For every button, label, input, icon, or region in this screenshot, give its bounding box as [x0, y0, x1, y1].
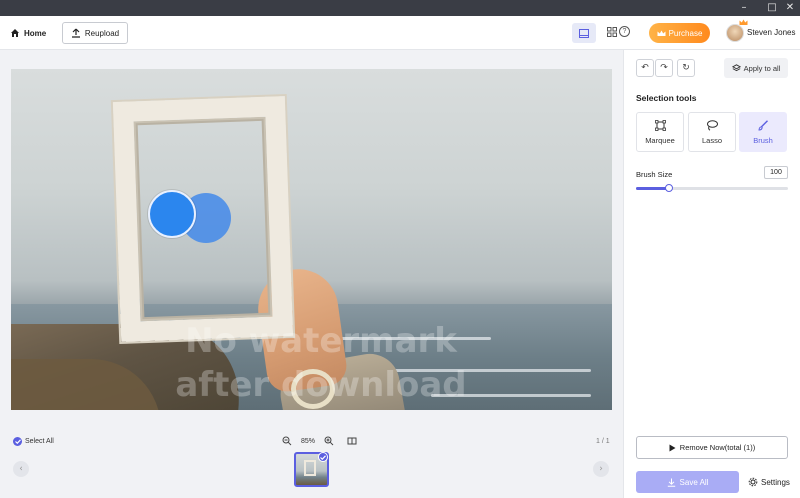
save-all-label: Save All: [679, 477, 709, 487]
tool-label: Marquee: [645, 135, 675, 145]
prev-image-button[interactable]: ‹: [13, 461, 29, 477]
download-icon: [667, 478, 675, 487]
zoom-in-icon[interactable]: [324, 436, 334, 446]
remove-now-button[interactable]: Remove Now(total (1)): [636, 436, 788, 459]
brush-cursor[interactable]: [148, 190, 196, 238]
canvas-area: No watermark after download Select All 8…: [0, 50, 623, 498]
settings-button[interactable]: Settings: [748, 477, 790, 487]
grid-view-button[interactable]: [606, 25, 618, 39]
gear-icon: [748, 477, 758, 487]
marquee-icon: [654, 119, 666, 131]
user-name[interactable]: Steven Jones: [747, 28, 795, 37]
purchase-button[interactable]: Purchase: [649, 23, 710, 43]
vip-crown-icon: [739, 19, 748, 25]
apply-to-all-button[interactable]: Apply to all: [724, 58, 788, 78]
check-icon: [13, 437, 22, 446]
crown-icon: [657, 30, 666, 36]
apply-to-all-label: Apply to all: [743, 63, 781, 73]
brush-size-input[interactable]: 100: [764, 166, 788, 179]
watermark-line: No watermark: [185, 321, 457, 361]
minimize-button[interactable]: –: [734, 0, 754, 16]
select-all-label: Select All: [25, 438, 54, 445]
zoom-level: 85%: [301, 437, 316, 445]
brush-size-label: Brush Size: [636, 170, 673, 179]
compare-icon[interactable]: [347, 436, 357, 446]
right-panel: ↶ ↷ ↻ Apply to all Selection tools Marqu…: [623, 50, 800, 498]
title-bar: – □ ✕: [0, 0, 800, 16]
settings-label: Settings: [761, 477, 790, 487]
home-button[interactable]: Home: [10, 26, 46, 40]
brush-size-slider[interactable]: [636, 184, 788, 192]
grid-icon: [607, 27, 617, 37]
home-label: Home: [24, 28, 47, 38]
tool-label: Brush: [753, 135, 773, 145]
tool-lasso[interactable]: Lasso: [688, 112, 736, 152]
lasso-icon: [707, 119, 718, 131]
home-icon: [11, 29, 19, 37]
brush-icon: [757, 119, 768, 131]
thumbnail-check-icon: [318, 452, 328, 462]
single-view-icon: [579, 28, 589, 38]
tool-marquee[interactable]: Marquee: [636, 112, 684, 152]
selection-tools-title: Selection tools: [636, 93, 697, 103]
save-all-button[interactable]: Save All: [636, 471, 739, 493]
watermark-line: after download: [175, 365, 467, 405]
help-icon[interactable]: ?: [619, 26, 630, 37]
reupload-button[interactable]: Reupload: [62, 22, 128, 44]
avatar[interactable]: [726, 24, 744, 42]
image-canvas[interactable]: No watermark after download: [11, 69, 612, 410]
play-icon: [669, 444, 676, 451]
top-toolbar: Home Reupload ? Purchase Steven Jones: [0, 16, 800, 50]
maximize-button[interactable]: □: [762, 0, 782, 16]
zoom-out-icon[interactable]: [282, 436, 292, 446]
tool-label: Lasso: [701, 135, 722, 145]
slider-handle[interactable]: [665, 184, 674, 192]
single-view-button[interactable]: [572, 23, 596, 43]
undo-button[interactable]: ↶: [636, 59, 654, 77]
select-all-checkbox[interactable]: Select All: [13, 437, 54, 446]
upload-icon: [71, 28, 80, 38]
reupload-label: Reupload: [84, 28, 120, 38]
zoom-controls: 85%: [282, 436, 357, 446]
tool-brush[interactable]: Brush: [739, 112, 787, 152]
watermark: No watermark after download: [171, 319, 471, 407]
slider-fill: [636, 187, 670, 190]
next-image-button[interactable]: ›: [593, 461, 609, 477]
close-button[interactable]: ✕: [780, 0, 800, 16]
page-count: 1 / 1: [596, 438, 610, 445]
purchase-label: Purchase: [668, 28, 703, 38]
reset-button[interactable]: ↻: [677, 59, 695, 77]
layers-icon: [731, 63, 741, 71]
redo-button[interactable]: ↷: [655, 59, 673, 77]
remove-now-label: Remove Now(total (1)): [679, 443, 756, 452]
